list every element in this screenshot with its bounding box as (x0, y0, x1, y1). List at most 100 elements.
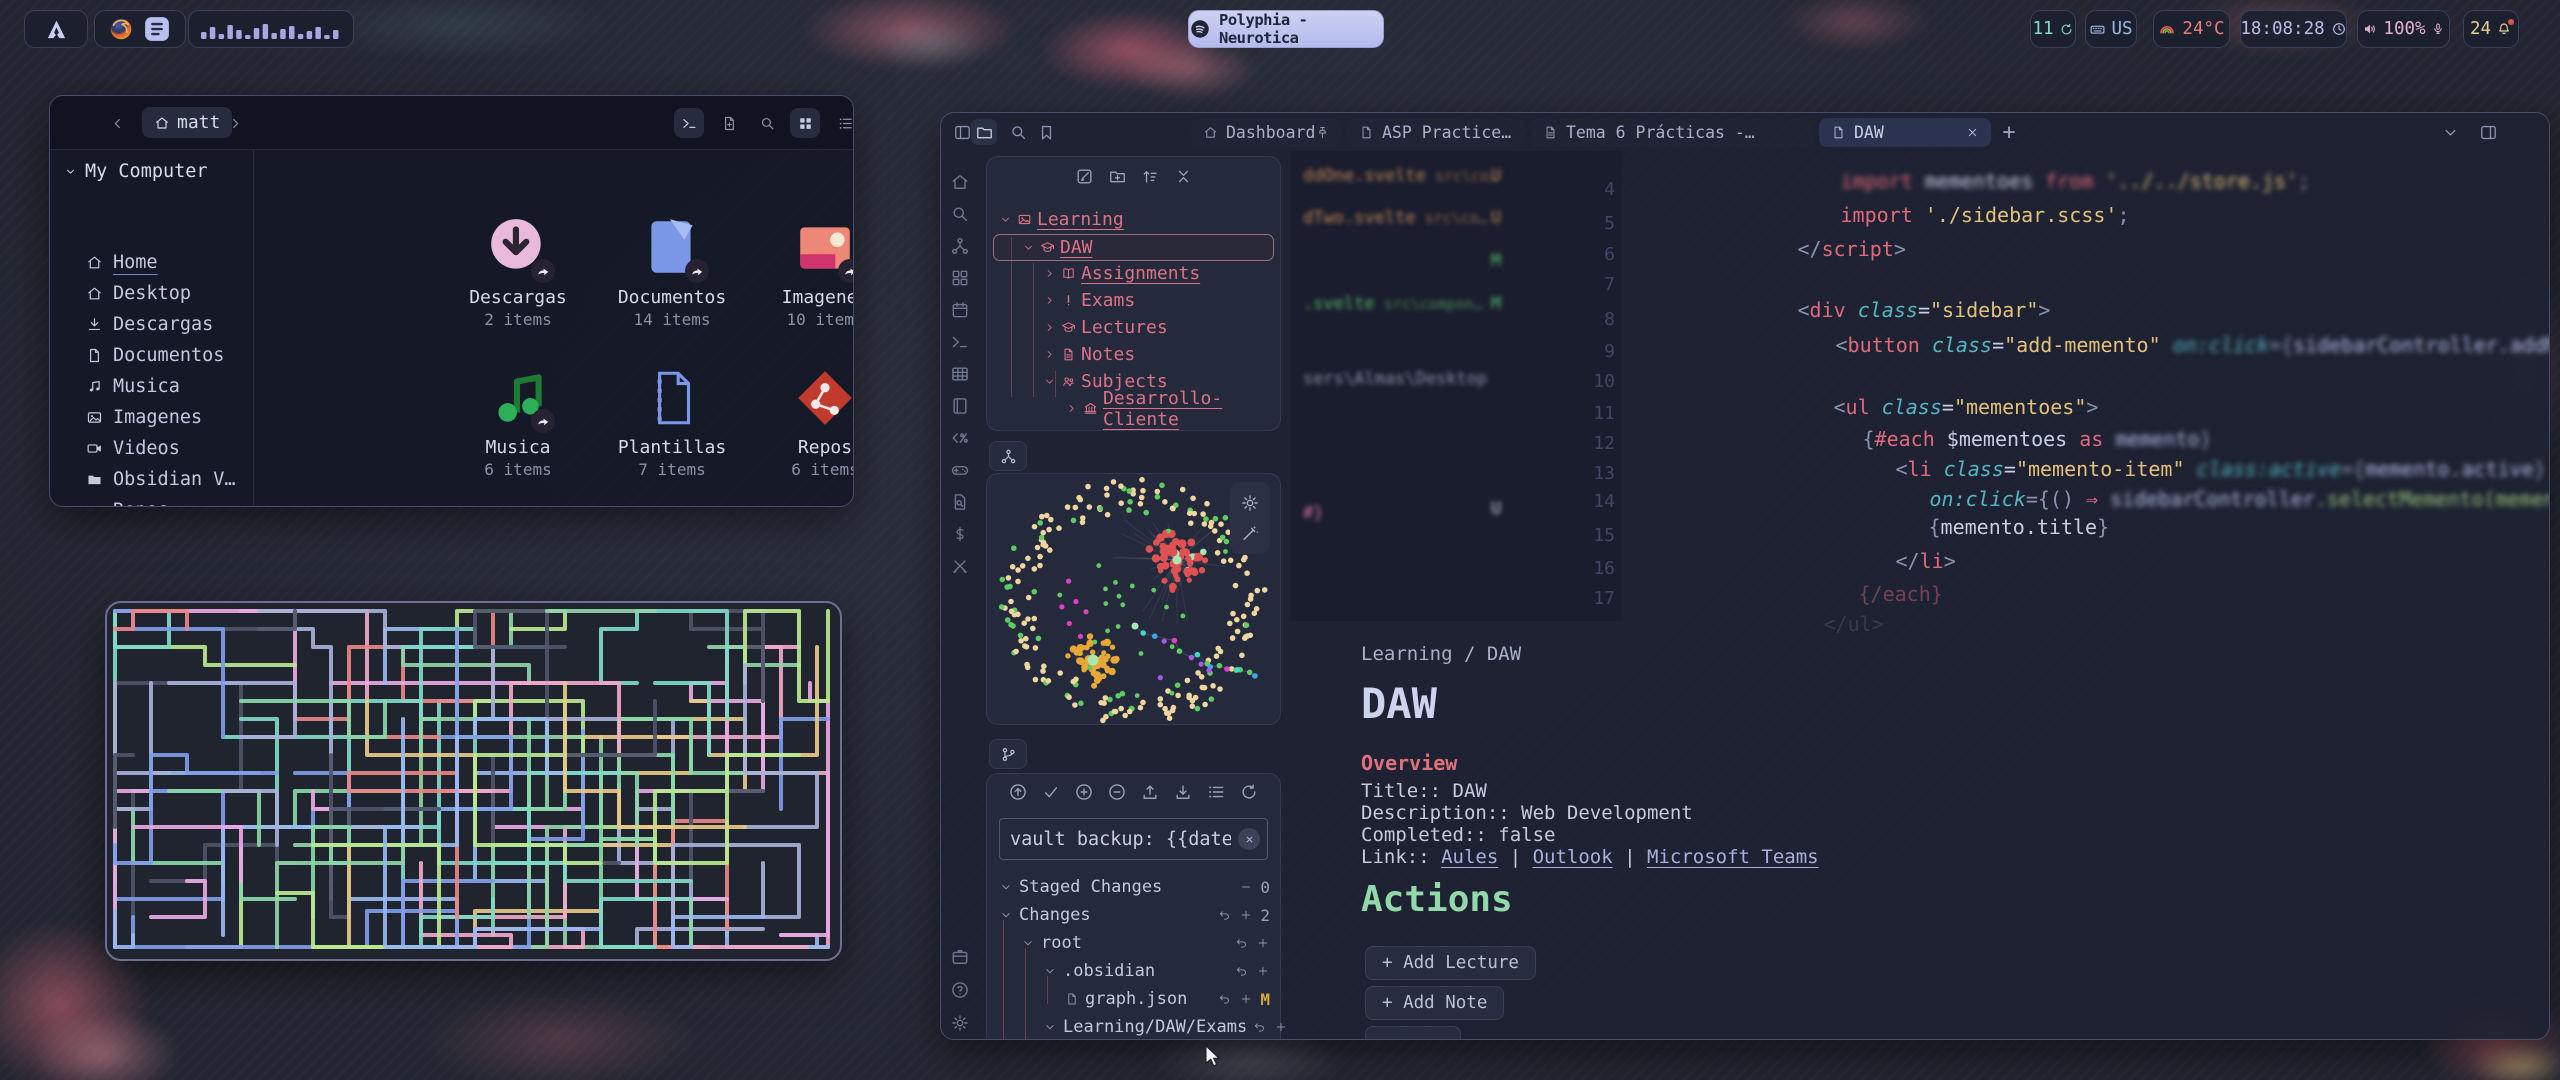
generative-art-window[interactable] (105, 601, 842, 961)
folder-item[interactable]: Descargas 2 items (458, 215, 578, 329)
git-row[interactable]: Learning/DAW/Exams (995, 1014, 1270, 1040)
tabbar-button[interactable] (971, 119, 997, 145)
folder-item[interactable]: Repos 6 items (765, 365, 854, 479)
tabbar-right-button[interactable] (2437, 119, 2463, 145)
explorer-row[interactable]: Desarrollo-Cliente (993, 396, 1274, 421)
discard-icon[interactable] (1235, 964, 1249, 978)
git-row[interactable]: Staged Changes 0 (995, 874, 1270, 900)
note-link[interactable]: Microsoft Teams (1647, 846, 1819, 868)
nav-forward-button[interactable] (220, 108, 250, 138)
explorer-toolbar-button[interactable] (1174, 167, 1193, 186)
tabbar-button[interactable] (1005, 119, 1031, 145)
document-app-icon[interactable] (142, 14, 172, 44)
ribbon-icon[interactable] (949, 395, 971, 417)
explorer-row[interactable]: DAW (993, 234, 1274, 261)
tray-volume[interactable]: 100% (2357, 10, 2450, 48)
ribbon-icon[interactable] (949, 267, 971, 289)
tray-weather[interactable]: 24°C (2153, 10, 2230, 48)
tray-updates[interactable]: 11 (2030, 10, 2076, 48)
explorer-row[interactable]: Assignments (993, 261, 1274, 286)
ribbon-icon[interactable] (949, 459, 971, 481)
firefox-icon[interactable] (108, 16, 134, 42)
graph-control-button[interactable] (1240, 493, 1260, 513)
git-toolbar-button[interactable] (1173, 782, 1193, 802)
git-toolbar-button[interactable] (1239, 782, 1259, 802)
editor-tab[interactable]: Tema 6 Prácticas -… (1531, 118, 1813, 147)
editor-pane[interactable]: ddOne.sveltesrc\co…U dTwo.sveltesrc\co…U… (1291, 151, 2549, 1039)
ribbon-icon[interactable] (949, 235, 971, 257)
toolbar-button[interactable] (790, 108, 820, 138)
discard-icon[interactable] (1253, 1020, 1267, 1034)
obsidian-window[interactable]: Dashboard ASP Practice 6 Tema 6 Práctica… (940, 112, 2550, 1040)
git-toolbar-button[interactable] (1074, 782, 1094, 802)
toolbar-button[interactable] (830, 108, 854, 138)
note-link[interactable]: Outlook (1533, 846, 1613, 868)
git-row[interactable]: .obsidian (995, 958, 1270, 984)
commit-message-input[interactable] (999, 818, 1268, 860)
stage-icon[interactable] (1239, 908, 1253, 922)
git-toolbar-button[interactable] (1107, 782, 1127, 802)
sidebar-item[interactable]: Documentos (86, 342, 224, 368)
explorer-row[interactable]: Notes (993, 342, 1274, 367)
unstage-icon[interactable] (1239, 880, 1253, 894)
sidebar-item[interactable]: Desktop (86, 280, 191, 306)
tab-close-icon[interactable] (1965, 125, 1981, 141)
action-button[interactable]: + Add Note (1365, 986, 1504, 1020)
media-widget[interactable]: Polyphia - Neurotica (1188, 10, 1384, 48)
explorer-toolbar-button[interactable] (1075, 167, 1094, 186)
ribbon-bottom-icon[interactable] (949, 979, 971, 1001)
ribbon-icon[interactable] (949, 523, 971, 545)
git-row[interactable]: root (995, 930, 1270, 956)
stage-icon[interactable] (1239, 992, 1253, 1006)
toolbar-button[interactable] (752, 108, 782, 138)
launcher-button[interactable] (24, 10, 88, 48)
action-button[interactable]: + Add Lecture (1365, 946, 1536, 980)
git-toolbar-button[interactable] (1206, 782, 1226, 802)
sidebar-item[interactable]: Repos (86, 497, 169, 507)
git-panel-chip[interactable] (989, 739, 1027, 769)
sidebar-root[interactable]: My Computer (64, 161, 208, 182)
graph-view-chip[interactable] (989, 441, 1027, 471)
graph-control-button[interactable] (1240, 523, 1260, 543)
ribbon-bottom-icon[interactable] (949, 946, 971, 968)
note-breadcrumb[interactable]: Learning / DAW (1361, 643, 1521, 665)
ribbon-icon[interactable] (949, 555, 971, 577)
sidebar-item[interactable]: Home (86, 249, 158, 275)
nav-back-button[interactable] (102, 108, 132, 138)
new-tab-button[interactable]: + (1996, 119, 2022, 145)
discard-icon[interactable] (1235, 936, 1249, 950)
discard-icon[interactable] (1218, 992, 1232, 1006)
explorer-row[interactable]: Lectures (993, 315, 1274, 340)
note-link[interactable]: Aules (1441, 846, 1498, 868)
explorer-row[interactable]: Exams (993, 288, 1274, 313)
file-manager-window[interactable]: matt (49, 95, 854, 507)
sidebar-item[interactable]: Imagenes (86, 404, 202, 430)
editor-tab[interactable]: Dashboard (1191, 118, 1341, 147)
ribbon-icon[interactable] (949, 331, 971, 353)
tray-notifications[interactable]: 24 (2463, 10, 2519, 48)
stage-icon[interactable] (1256, 964, 1270, 978)
sidebar-item[interactable]: Videos (86, 435, 180, 461)
folder-item[interactable]: Musica 6 items (458, 365, 578, 479)
ribbon-icon[interactable] (949, 203, 971, 225)
breadcrumb[interactable]: matt (142, 107, 232, 138)
git-toolbar-button[interactable] (1008, 782, 1028, 802)
explorer-row[interactable]: Learning (993, 207, 1274, 232)
toolbar-button[interactable] (714, 108, 744, 138)
editor-tab[interactable]: DAW (1819, 118, 1991, 147)
sidebar-item[interactable]: Descargas (86, 311, 213, 337)
git-toolbar-button[interactable] (1140, 782, 1160, 802)
ribbon-bottom-icon[interactable] (949, 1012, 971, 1034)
folder-item[interactable]: Documentos 14 items (612, 215, 732, 329)
action-button-partial[interactable] (1365, 1026, 1461, 1039)
ribbon-icon[interactable] (949, 299, 971, 321)
ribbon-icon[interactable] (949, 171, 971, 193)
tabbar-button[interactable] (1033, 119, 1059, 145)
toolbar-button[interactable] (674, 108, 704, 138)
explorer-toolbar-button[interactable] (1141, 167, 1160, 186)
discard-icon[interactable] (1218, 908, 1232, 922)
tray-clock[interactable]: 18:08:28 (2240, 10, 2347, 48)
explorer-toolbar-button[interactable] (1108, 167, 1127, 186)
stage-icon[interactable] (1256, 936, 1270, 950)
clear-message-button[interactable] (1238, 828, 1260, 850)
